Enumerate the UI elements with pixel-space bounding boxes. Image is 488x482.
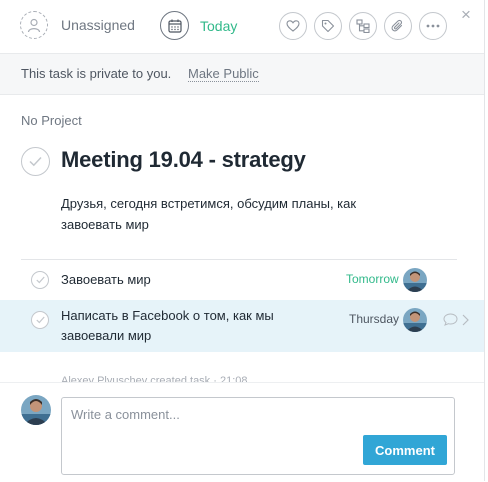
task-description[interactable]: Друзья, сегодня встретимся, обсудим план… <box>61 193 401 235</box>
due-date-label: Today <box>200 17 238 34</box>
assignee-button[interactable]: Unassigned <box>20 11 135 39</box>
task-detail-pane: Unassigned Today × This task is private … <box>0 0 485 482</box>
comment-bubble-icon[interactable] <box>443 313 458 331</box>
assignee-label: Unassigned <box>61 17 135 33</box>
tag-icon[interactable] <box>314 12 342 40</box>
make-public-link[interactable]: Make Public <box>188 66 259 82</box>
avatar <box>21 395 51 425</box>
more-icon[interactable] <box>419 12 447 40</box>
private-banner: This task is private to you. Make Public <box>0 53 484 95</box>
comment-button[interactable]: Comment <box>363 435 447 465</box>
task-title[interactable]: Meeting 19.04 - strategy <box>61 147 306 173</box>
private-notice-text: This task is private to you. <box>21 66 172 81</box>
comment-composer: Comment <box>0 382 484 482</box>
due-date-button[interactable]: Today <box>160 11 237 40</box>
attachment-icon[interactable] <box>384 12 412 40</box>
subtask-icon[interactable] <box>349 12 377 40</box>
subtask-checkbox[interactable] <box>31 271 49 289</box>
checkmark-icon <box>29 156 42 167</box>
chevron-right-icon[interactable] <box>462 313 469 331</box>
subtask-checkbox[interactable] <box>31 311 49 329</box>
comment-input[interactable] <box>71 407 361 431</box>
checkmark-icon <box>35 276 45 284</box>
project-label[interactable]: No Project <box>21 113 82 128</box>
task-toolbar: Unassigned Today × <box>0 0 484 52</box>
checkmark-icon <box>35 316 45 324</box>
close-icon[interactable]: × <box>461 6 471 23</box>
heart-icon[interactable] <box>279 12 307 40</box>
avatar[interactable] <box>403 308 427 332</box>
subtask-row[interactable]: Написать в Facebook о том, как мы завоев… <box>0 300 484 352</box>
subtask-due-date[interactable]: Tomorrow <box>346 272 399 286</box>
subtask-due-date[interactable]: Thursday <box>349 312 399 326</box>
comment-box[interactable]: Comment <box>61 397 455 475</box>
calendar-icon <box>160 11 189 40</box>
subtask-name[interactable]: Завоевать мир <box>61 270 151 290</box>
avatar[interactable] <box>403 268 427 292</box>
subtask-row[interactable]: Завоевать мир Tomorrow <box>21 260 457 300</box>
user-placeholder-icon <box>20 11 48 39</box>
complete-task-checkbox[interactable] <box>21 147 50 176</box>
subtask-name[interactable]: Написать в Facebook о том, как мы завоев… <box>61 306 321 346</box>
